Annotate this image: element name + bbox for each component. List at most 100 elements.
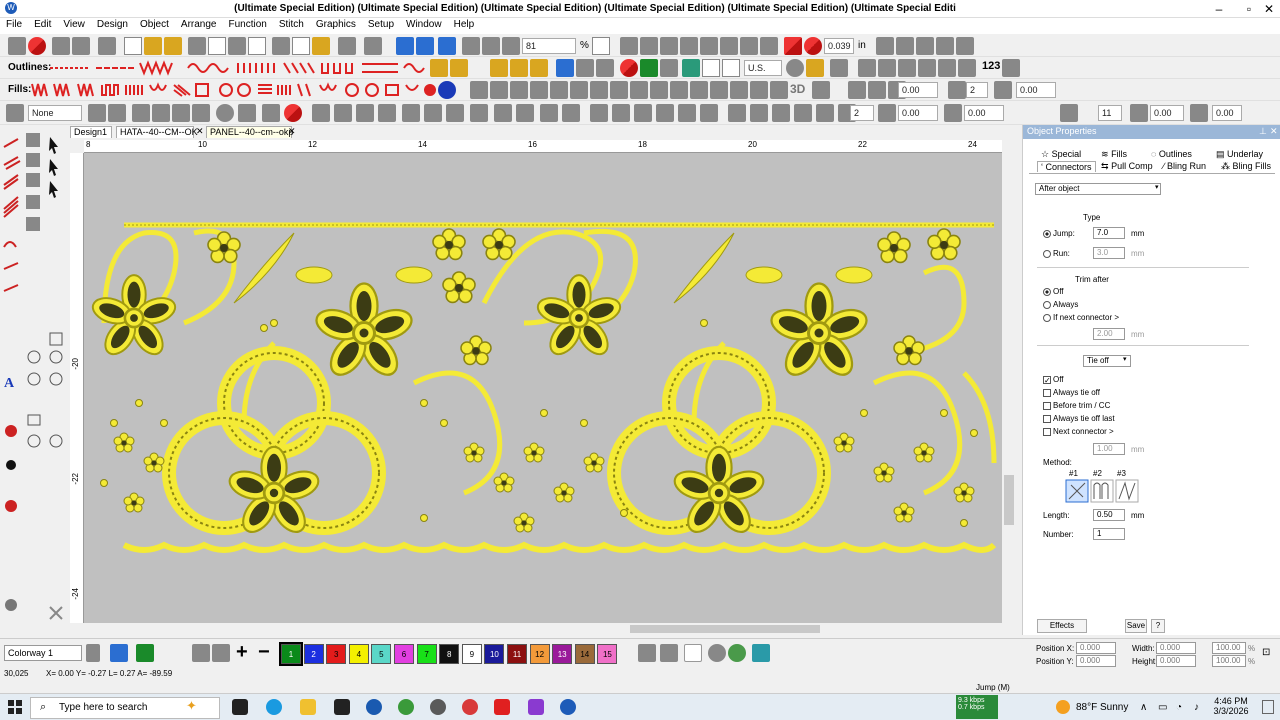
save-button[interactable]: Save xyxy=(1125,619,1147,633)
pattern-icon[interactable] xyxy=(192,104,210,122)
stemstitch-icon[interactable] xyxy=(510,59,528,77)
sequence-number-label[interactable]: 123 xyxy=(982,60,1000,72)
unlock-icon[interactable] xyxy=(680,37,698,55)
clock[interactable]: 4:46 PM 3/3/2026 xyxy=(1208,696,1254,716)
tie-method-options[interactable] xyxy=(1065,479,1139,503)
fill-flat-icon[interactable] xyxy=(710,81,728,99)
color-swatch[interactable]: 12 xyxy=(529,644,550,664)
trim-always-radio-button[interactable] xyxy=(1043,300,1051,309)
arc-icon[interactable] xyxy=(678,104,696,122)
hoop-icon[interactable] xyxy=(52,37,70,55)
width-input[interactable]: 0.000 xyxy=(1156,642,1196,654)
always-tie-off-last-check[interactable] xyxy=(1043,414,1051,423)
horizontal-scroll-thumb[interactable] xyxy=(630,625,820,633)
mirror-h-icon[interactable] xyxy=(728,104,746,122)
satin-icon[interactable] xyxy=(896,37,914,55)
eraser-icon[interactable] xyxy=(6,104,24,122)
store-icon[interactable] xyxy=(334,699,350,715)
stitch-density-icon[interactable] xyxy=(936,37,954,55)
table-icon[interactable] xyxy=(702,59,720,77)
stitch-edit-icon[interactable] xyxy=(88,104,106,122)
before-trim-check[interactable] xyxy=(1043,401,1051,410)
circle-arrange-icon[interactable] xyxy=(700,104,718,122)
mirror-icon[interactable] xyxy=(848,81,866,99)
weather-text[interactable]: 88°F Sunny xyxy=(1076,702,1128,713)
jump-icon[interactable] xyxy=(402,104,420,122)
angle-input[interactable]: 0.00 xyxy=(1212,105,1242,121)
array-spacing-input[interactable]: 0.00 xyxy=(1150,105,1184,121)
always-tie-off-last-checkbox[interactable]: Always tie off last xyxy=(1043,414,1115,423)
tab-panel[interactable]: PANEL--40--cm--okp xyxy=(206,126,293,138)
hand-icon[interactable] xyxy=(994,81,1012,99)
menu-function[interactable]: Function xyxy=(222,18,272,30)
spacing-icon[interactable] xyxy=(878,104,896,122)
monogram-icon[interactable] xyxy=(470,104,488,122)
move-forward-icon[interactable] xyxy=(958,59,976,77)
menu-graphics[interactable]: Graphics xyxy=(310,18,362,30)
paste-icon[interactable] xyxy=(312,37,330,55)
tie-off-checkbox[interactable]: Off xyxy=(1043,375,1064,384)
fill-stitch-types[interactable] xyxy=(30,81,460,99)
row-icon[interactable] xyxy=(634,104,652,122)
motif-icon[interactable] xyxy=(530,59,548,77)
color-object-icon[interactable] xyxy=(784,37,802,55)
fill-motif-icon[interactable] xyxy=(610,81,628,99)
volume-icon[interactable]: ♪ xyxy=(1194,702,1199,713)
length-input[interactable]: 0.50 xyxy=(1093,509,1125,521)
trim-if-next-radio[interactable]: If next connector > xyxy=(1043,313,1119,322)
task-view-icon[interactable] xyxy=(232,699,248,715)
always-tie-off-check[interactable] xyxy=(1043,388,1051,397)
number-input[interactable]: 1 xyxy=(1093,528,1125,540)
color-swatch[interactable]: 5 xyxy=(371,644,392,664)
color-swatch[interactable]: 13 xyxy=(552,644,573,664)
thread-chart-icon[interactable] xyxy=(638,644,656,662)
wreath-icon[interactable] xyxy=(794,104,812,122)
tools-icon[interactable] xyxy=(72,37,90,55)
move-up-icon[interactable] xyxy=(858,59,876,77)
fill-lines-icon[interactable] xyxy=(490,81,508,99)
remove-color-icon[interactable]: − xyxy=(258,641,270,664)
tshirt-icon[interactable] xyxy=(640,59,658,77)
always-tie-off-checkbox[interactable]: Always tie off xyxy=(1043,388,1100,397)
skew-input[interactable]: 0.00 xyxy=(1016,82,1056,98)
backstitch-icon[interactable] xyxy=(490,59,508,77)
tab-connectors[interactable]: ʻ Connectors xyxy=(1037,161,1096,172)
record-icon[interactable] xyxy=(804,37,822,55)
stitch-length-icon[interactable] xyxy=(956,37,974,55)
print-preview-icon[interactable] xyxy=(248,37,266,55)
triple-run-icon[interactable] xyxy=(450,59,468,77)
tab-hata[interactable]: HATA--40--CM--OK xyxy=(116,126,198,138)
notifications-icon[interactable] xyxy=(1262,700,1274,714)
chevron-down-icon[interactable]: ▾ xyxy=(1155,183,1159,191)
menu-object[interactable]: Object xyxy=(134,18,175,30)
color-swatch[interactable]: 3 xyxy=(326,644,347,664)
combine-icon[interactable] xyxy=(700,37,718,55)
pan-icon[interactable] xyxy=(502,37,520,55)
hole-icon[interactable] xyxy=(172,104,190,122)
shape-icon[interactable] xyxy=(682,59,700,77)
count-input[interactable]: 11 xyxy=(1098,105,1122,121)
fill-bar-icon[interactable] xyxy=(812,81,830,99)
settings-icon[interactable] xyxy=(238,104,256,122)
break-apart-icon[interactable] xyxy=(720,37,738,55)
array-icon[interactable] xyxy=(1060,104,1078,122)
travel-icon[interactable] xyxy=(396,37,414,55)
minimize-button[interactable]: – xyxy=(1208,1,1230,17)
column-icon[interactable] xyxy=(612,104,630,122)
fill-trapunto-icon[interactable] xyxy=(770,81,788,99)
trim-if-next-radio-button[interactable] xyxy=(1043,313,1051,322)
elastic-icon[interactable] xyxy=(516,104,534,122)
start-icon[interactable] xyxy=(312,104,330,122)
jump-radio-button[interactable] xyxy=(1043,229,1051,238)
colorway-select[interactable]: Colorway 1 xyxy=(4,645,82,661)
height-input[interactable]: 0.000 xyxy=(1156,655,1196,667)
align-icon[interactable] xyxy=(740,37,758,55)
trim-off-radio-button[interactable] xyxy=(1043,287,1051,296)
vertical-scroll-thumb[interactable] xyxy=(1004,475,1014,525)
group-icon[interactable] xyxy=(620,37,638,55)
open-folder-icon[interactable] xyxy=(144,37,162,55)
color-swatch[interactable]: 1 xyxy=(279,642,303,666)
run-icon[interactable] xyxy=(430,59,448,77)
rotate-left-icon[interactable] xyxy=(948,81,966,99)
no-trim-icon[interactable] xyxy=(284,104,302,122)
